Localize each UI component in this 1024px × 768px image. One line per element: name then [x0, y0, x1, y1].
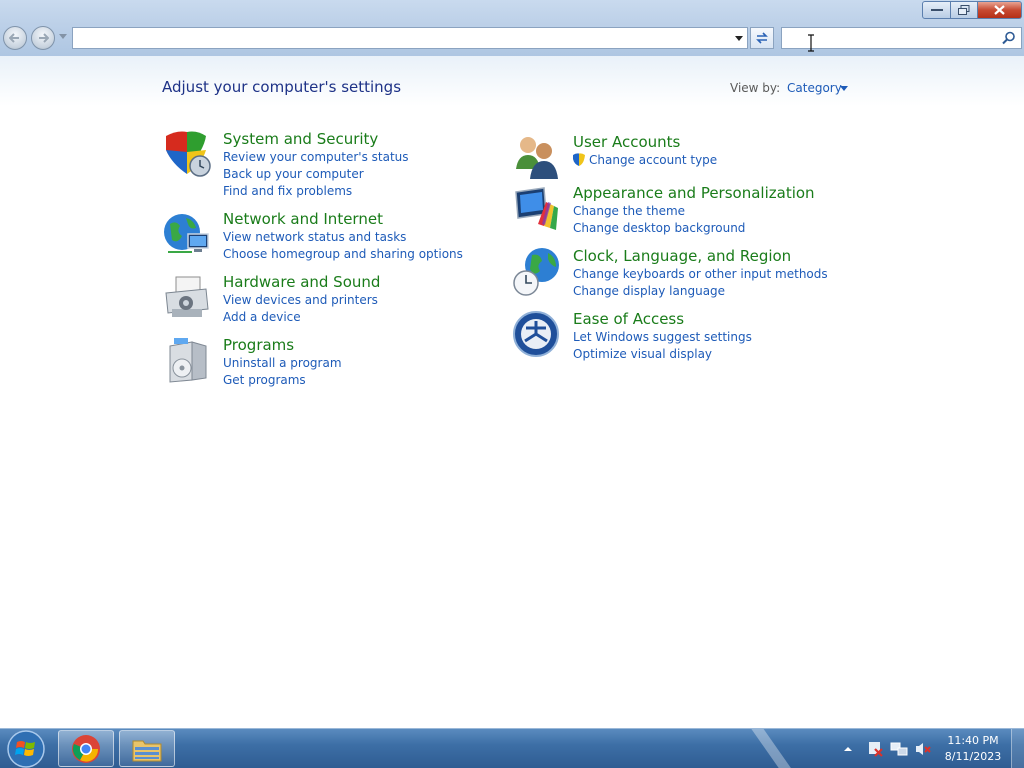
- system-tray: [842, 729, 932, 768]
- view-by-dropdown[interactable]: Category: [787, 81, 842, 95]
- category-link[interactable]: Change account type: [589, 153, 717, 167]
- category-title[interactable]: Network and Internet: [223, 210, 383, 228]
- category-link[interactable]: Change keyboards or other input methods: [573, 267, 828, 281]
- printer-icon: [165, 276, 209, 317]
- category-link[interactable]: Optimize visual display: [573, 347, 712, 361]
- category-link[interactable]: Change display language: [573, 284, 725, 298]
- text-cursor-icon: [808, 34, 814, 52]
- view-by-arrow-icon[interactable]: [840, 86, 848, 91]
- close-icon: [994, 5, 1005, 15]
- category-link[interactable]: Choose homegroup and sharing options: [223, 247, 463, 261]
- category-link[interactable]: Add a device: [223, 310, 301, 324]
- page-title: Adjust your computer's settings: [162, 78, 402, 96]
- window-controls: [922, 1, 1022, 19]
- category-link[interactable]: Get programs: [223, 373, 306, 387]
- show-desktop-button[interactable]: [1011, 729, 1024, 768]
- category-link[interactable]: Review your computer's status: [223, 150, 409, 164]
- network-globe-icon: [164, 214, 209, 253]
- category-title[interactable]: Clock, Language, and Region: [573, 247, 791, 265]
- clock-time: 11:40 PM: [947, 734, 999, 747]
- recent-pages-dropdown[interactable]: [59, 34, 67, 39]
- address-dropdown-arrow[interactable]: [735, 36, 743, 41]
- start-button[interactable]: [4, 730, 48, 768]
- taskbar-chrome-button[interactable]: [58, 730, 114, 767]
- ease-of-access-icon: [513, 311, 559, 357]
- forward-arrow-icon: [39, 33, 49, 43]
- category-title[interactable]: System and Security: [223, 130, 378, 148]
- volume-muted-icon[interactable]: [914, 740, 932, 758]
- address-bar[interactable]: [72, 27, 748, 49]
- category-link[interactable]: View network status and tasks: [223, 230, 406, 244]
- category-link[interactable]: Change the theme: [573, 204, 685, 218]
- monitor-palette-icon: [515, 187, 558, 230]
- taskbar: 11:40 PM 8/11/2023: [0, 728, 1024, 768]
- windows-start-icon: [7, 730, 45, 768]
- minimize-button[interactable]: [922, 1, 951, 19]
- back-arrow-icon: [9, 33, 19, 43]
- action-center-icon[interactable]: [866, 740, 884, 758]
- minimize-icon: [930, 9, 943, 11]
- restore-icon: [958, 5, 970, 15]
- file-explorer-icon: [132, 740, 162, 761]
- category-link[interactable]: Uninstall a program: [223, 356, 342, 370]
- chrome-icon: [72, 734, 100, 763]
- uac-shield-icon: [573, 153, 585, 166]
- taskbar-clock[interactable]: 11:40 PM 8/11/2023: [940, 733, 1006, 765]
- programs-box-icon: [169, 338, 207, 383]
- control-panel-content: Adjust your computer's settings View by:…: [0, 56, 1024, 728]
- category-title[interactable]: Appearance and Personalization: [573, 184, 815, 202]
- category-link[interactable]: Back up your computer: [223, 167, 364, 181]
- category-link[interactable]: Find and fix problems: [223, 184, 352, 198]
- category-link[interactable]: View devices and printers: [223, 293, 378, 307]
- taskbar-decoration: [750, 729, 800, 768]
- category-link[interactable]: Let Windows suggest settings: [573, 330, 752, 344]
- forward-button[interactable]: [31, 26, 55, 50]
- category-link-with-uac[interactable]: Change account type: [572, 153, 717, 167]
- back-button[interactable]: [3, 26, 27, 50]
- search-box[interactable]: [781, 27, 1022, 49]
- close-button[interactable]: [978, 1, 1022, 19]
- search-icon[interactable]: [1001, 30, 1017, 46]
- users-icon: [516, 137, 558, 179]
- globe-clock-icon: [513, 248, 559, 296]
- clock-date: 8/11/2023: [944, 750, 1002, 763]
- category-title[interactable]: Hardware and Sound: [223, 273, 380, 291]
- window-chrome: [0, 0, 1024, 56]
- category-title[interactable]: User Accounts: [573, 133, 680, 151]
- view-by-label: View by:: [730, 81, 781, 95]
- shield-icon: [166, 131, 211, 177]
- category-title[interactable]: Programs: [223, 336, 294, 354]
- refresh-button[interactable]: [750, 27, 774, 49]
- taskbar-explorer-button[interactable]: [119, 730, 175, 767]
- show-hidden-icons-icon[interactable]: [842, 743, 854, 755]
- category-link[interactable]: Change desktop background: [573, 221, 745, 235]
- refresh-icon: [756, 32, 768, 44]
- restore-button[interactable]: [951, 1, 978, 19]
- category-title[interactable]: Ease of Access: [573, 310, 684, 328]
- network-icon[interactable]: [890, 740, 908, 758]
